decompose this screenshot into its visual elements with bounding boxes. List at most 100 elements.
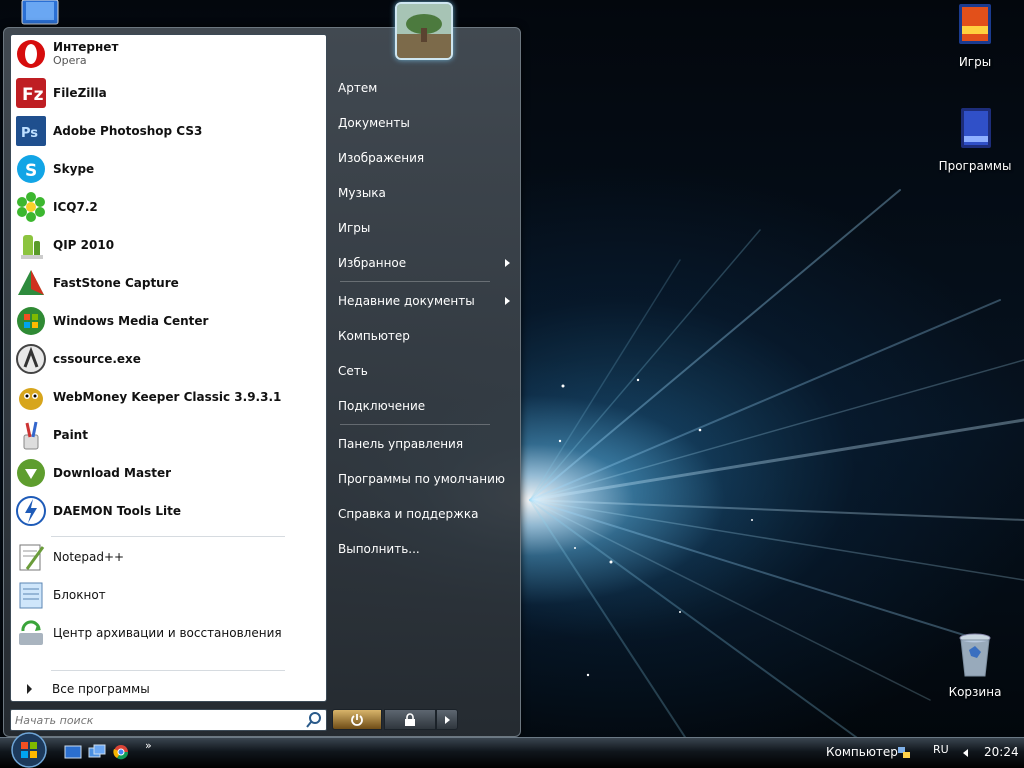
- separator: [340, 281, 490, 282]
- search-input[interactable]: [15, 711, 305, 729]
- program-item-qip[interactable]: QIP 2010: [15, 228, 321, 262]
- language-indicator[interactable]: RU: [933, 743, 949, 756]
- program-item-cssource[interactable]: cssource.exe: [15, 342, 321, 376]
- power-icon: [351, 713, 363, 726]
- right-item-label: Артем: [338, 81, 378, 95]
- backup-center-icon: [19, 620, 43, 645]
- program-item-skype[interactable]: S Skype: [15, 152, 321, 186]
- program-item-webmoney[interactable]: WebMoney Keeper Classic 3.9.3.1: [15, 380, 321, 414]
- program-item-photoshop[interactable]: Ps Adobe Photoshop CS3: [15, 114, 321, 148]
- program-item-backup-center[interactable]: Центр архивации и восстановления: [15, 616, 321, 650]
- switch-windows-icon[interactable]: [88, 744, 106, 760]
- right-item-default-programs[interactable]: Программы по умолчанию: [332, 464, 512, 494]
- right-item-favorites[interactable]: Избранное: [332, 248, 512, 278]
- program-item-notepadpp[interactable]: Notepad++: [15, 540, 321, 574]
- right-item-label: Сеть: [338, 364, 368, 378]
- power-controls: [332, 709, 458, 730]
- icq-icon: [17, 192, 45, 222]
- program-label: DAEMON Tools Lite: [53, 504, 181, 518]
- right-item-help[interactable]: Справка и поддержка: [332, 499, 512, 529]
- programs-folder-icon: [961, 108, 991, 148]
- program-label: Paint: [53, 428, 88, 442]
- svg-text:Fz: Fz: [22, 85, 44, 105]
- filezilla-icon: Fz: [16, 78, 46, 108]
- desktop-icon-programs[interactable]: Программы: [933, 106, 1017, 173]
- right-item-label: Выполнить...: [338, 542, 420, 556]
- recycle-bin-icon: [959, 633, 991, 677]
- start-button[interactable]: [7, 730, 51, 768]
- right-item-label: Избранное: [338, 256, 407, 270]
- right-item-music[interactable]: Музыка: [332, 178, 512, 208]
- right-item-label: Недавние документы: [338, 294, 475, 308]
- shutdown-options-button[interactable]: [436, 709, 458, 730]
- desktop-icon-label: Программы: [938, 159, 1012, 173]
- right-item-control-panel[interactable]: Панель управления: [332, 429, 512, 459]
- chrome-icon[interactable]: [112, 744, 130, 760]
- program-item-daemon-tools[interactable]: DAEMON Tools Lite: [15, 494, 321, 528]
- computer-icon[interactable]: [18, 0, 62, 28]
- program-label: Интернет: [53, 40, 119, 54]
- program-label: QIP 2010: [53, 238, 115, 252]
- games-folder-icon: [959, 4, 991, 44]
- right-item-label: Музыка: [338, 186, 386, 200]
- skype-icon: S: [17, 155, 45, 183]
- program-label: cssource.exe: [53, 352, 141, 366]
- right-item-documents[interactable]: Документы: [332, 108, 512, 138]
- desktop-icon-games[interactable]: Игры: [933, 2, 1017, 69]
- right-item-user[interactable]: Артем: [332, 73, 512, 103]
- program-label: WebMoney Keeper Classic 3.9.3.1: [53, 390, 282, 404]
- right-item-label: Документы: [338, 116, 410, 130]
- program-label: FastStone Capture: [53, 276, 179, 290]
- arrow-right-icon: [445, 715, 450, 724]
- right-item-games[interactable]: Игры: [332, 213, 512, 243]
- desktop-icon-recycle-bin[interactable]: Корзина: [933, 632, 1017, 699]
- start-search-box: [10, 709, 327, 731]
- all-programs-button[interactable]: Все программы: [15, 678, 321, 700]
- daemon-tools-icon: [16, 496, 46, 526]
- opera-icon: [17, 40, 45, 68]
- program-item-opera[interactable]: Интернет Opera: [15, 37, 321, 71]
- program-label: Adobe Photoshop CS3: [53, 124, 203, 138]
- svg-text:Ps: Ps: [21, 126, 38, 141]
- program-item-faststone[interactable]: FastStone Capture: [15, 266, 321, 300]
- right-item-network[interactable]: Сеть: [332, 356, 512, 386]
- right-item-computer[interactable]: Компьютер: [332, 321, 512, 351]
- svg-text:S: S: [25, 161, 37, 181]
- clock[interactable]: 20:24: [984, 745, 1019, 759]
- program-item-filezilla[interactable]: Fz FileZilla: [15, 76, 321, 110]
- search-icon[interactable]: [305, 711, 323, 729]
- start-menu-programs-pane: Интернет Opera Fz FileZilla Ps Adobe Phot…: [10, 34, 327, 702]
- right-item-connect[interactable]: Подключение: [332, 391, 512, 421]
- faststone-icon: [18, 270, 44, 295]
- program-item-icq[interactable]: ICQ7.2: [15, 190, 321, 224]
- power-button[interactable]: [332, 709, 382, 730]
- right-item-run[interactable]: Выполнить...: [332, 534, 512, 564]
- arrow-right-icon: [27, 684, 32, 694]
- program-item-paint[interactable]: Paint: [15, 418, 321, 452]
- program-label: Download Master: [53, 466, 172, 480]
- notepad-icon: [19, 582, 43, 609]
- network-icon[interactable]: [897, 744, 911, 760]
- separator: [51, 536, 285, 537]
- right-item-pictures[interactable]: Изображения: [332, 143, 512, 173]
- right-item-label: Подключение: [338, 399, 426, 413]
- show-hidden-icons-button[interactable]: [963, 749, 968, 757]
- program-label: Skype: [53, 162, 95, 176]
- paint-icon: [23, 421, 39, 450]
- program-label: Windows Media Center: [53, 314, 209, 328]
- user-avatar[interactable]: [395, 2, 453, 60]
- quick-launch-more-button[interactable]: »: [145, 739, 152, 752]
- program-label: Центр архивации и восстановления: [53, 626, 282, 640]
- program-item-notepad[interactable]: Блокнот: [15, 578, 321, 612]
- program-item-media-center[interactable]: Windows Media Center: [15, 304, 321, 338]
- right-item-recent-documents[interactable]: Недавние документы: [332, 286, 512, 316]
- cssource-icon: [16, 344, 46, 374]
- right-item-label: Справка и поддержка: [338, 507, 479, 521]
- photoshop-icon: Ps: [16, 116, 46, 146]
- right-item-label: Программы по умолчанию: [338, 472, 506, 486]
- lock-button[interactable]: [384, 709, 436, 730]
- program-item-download-master[interactable]: Download Master: [15, 456, 321, 490]
- media-center-icon: [17, 307, 45, 335]
- computer-toolbar-label[interactable]: Компьютер: [826, 745, 898, 759]
- show-desktop-icon[interactable]: [64, 744, 82, 760]
